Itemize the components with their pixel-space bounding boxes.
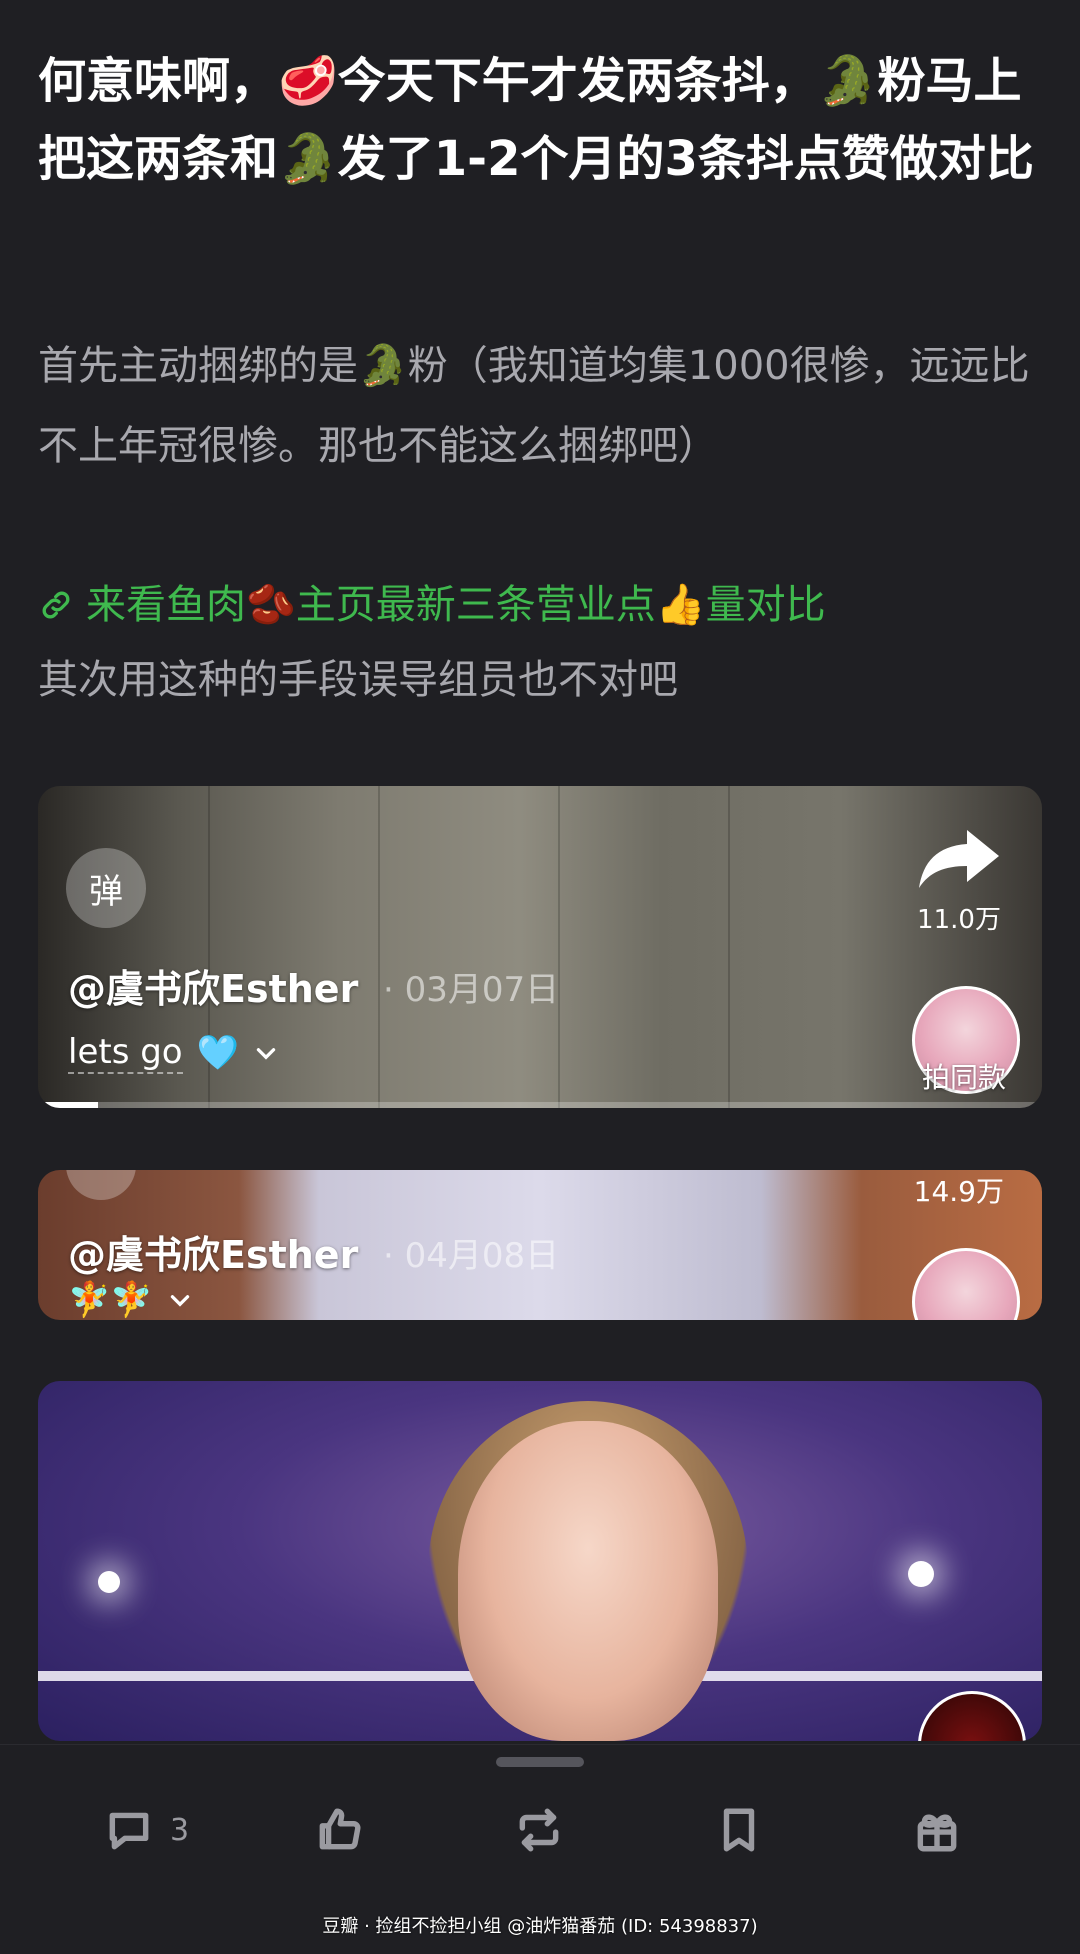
same-style-button[interactable]: 拍同款 xyxy=(922,1056,1006,1096)
chevron-down-icon[interactable] xyxy=(253,1040,279,1066)
share-count: 14.9万 xyxy=(913,1175,1004,1208)
video-card-3[interactable] xyxy=(38,1381,1042,1741)
comment-count: 3 xyxy=(170,1812,190,1848)
post-link[interactable]: 来看鱼肉🫘主页最新三条营业点👍量对比 xyxy=(38,570,826,640)
video-frame-texture xyxy=(378,786,380,1108)
post-title: 何意味啊，🥩今天下午才发两条抖，🐊粉马上把这两条和🐊发了1-2个月的3条抖点赞做… xyxy=(38,53,1034,187)
like-button[interactable] xyxy=(314,1785,364,1875)
avatar[interactable] xyxy=(918,1691,1026,1741)
fairy-emoji: 🧚🧚 xyxy=(68,1280,153,1320)
post-link-text: 来看鱼肉🫘主页最新三条营业点👍量对比 xyxy=(86,582,826,628)
post-paragraph-1: 首先主动捆绑的是🐊粉（我知道均集1000很惨，远远比不上年冠很惨。那也不能这么捆… xyxy=(38,343,1030,469)
video-progress-bar[interactable] xyxy=(38,1102,1042,1108)
bookmark-button[interactable] xyxy=(714,1785,764,1875)
share-count: 11.0万 xyxy=(917,905,1001,935)
post-paragraph-2: 其次用这种的手段误导组员也不对吧 xyxy=(38,657,678,703)
video-date: · 04月08日 xyxy=(383,1236,560,1276)
video-caption-text: lets go xyxy=(68,1032,183,1074)
watermark: 豆瓣 · 捡组不捡担小组 @油炸猫番茄 (ID: 54398837) xyxy=(322,1916,758,1937)
comment-button[interactable]: 3 xyxy=(104,1785,189,1875)
drag-handle[interactable] xyxy=(496,1757,584,1767)
repost-button[interactable] xyxy=(514,1785,564,1875)
comment-icon xyxy=(109,1812,149,1850)
blue-heart-emoji: 🩵 xyxy=(196,1033,239,1073)
gift-icon xyxy=(917,1814,957,1852)
danmu-toggle-button[interactable]: 弹 xyxy=(66,848,146,928)
video-caption[interactable]: 🧚🧚 xyxy=(68,1280,193,1320)
stage-light xyxy=(908,1561,934,1587)
danmu-toggle-button[interactable] xyxy=(66,1170,136,1200)
gift-button[interactable] xyxy=(912,1785,962,1875)
video-frame-texture xyxy=(558,786,560,1108)
repost-icon xyxy=(519,1808,559,1852)
chevron-down-icon[interactable] xyxy=(167,1287,193,1313)
video-card-2[interactable]: @虞书欣Esther · 04月08日 🧚🧚 14.9万 xyxy=(38,1170,1042,1320)
share-button[interactable]: 11.0万 xyxy=(914,826,1004,936)
video-author[interactable]: @虞书欣Esther xyxy=(68,1224,358,1279)
stage-light xyxy=(98,1571,120,1593)
share-arrow-icon xyxy=(919,830,999,888)
video-author[interactable]: @虞书欣Esther xyxy=(68,958,358,1013)
avatar[interactable] xyxy=(912,1248,1020,1320)
video-card-1[interactable]: 弹 @虞书欣Esther · 03月07日 lets go 🩵 11.0万 拍同… xyxy=(38,786,1042,1108)
thumbs-up-icon xyxy=(319,1808,361,1850)
video-progress-fill xyxy=(38,1102,99,1108)
video-frame-texture xyxy=(728,786,730,1108)
bookmark-icon xyxy=(723,1808,755,1852)
link-icon xyxy=(42,591,70,619)
video-subject xyxy=(458,1421,718,1741)
video-caption[interactable]: lets go 🩵 xyxy=(68,1032,279,1074)
video-date: · 03月07日 xyxy=(383,970,560,1010)
